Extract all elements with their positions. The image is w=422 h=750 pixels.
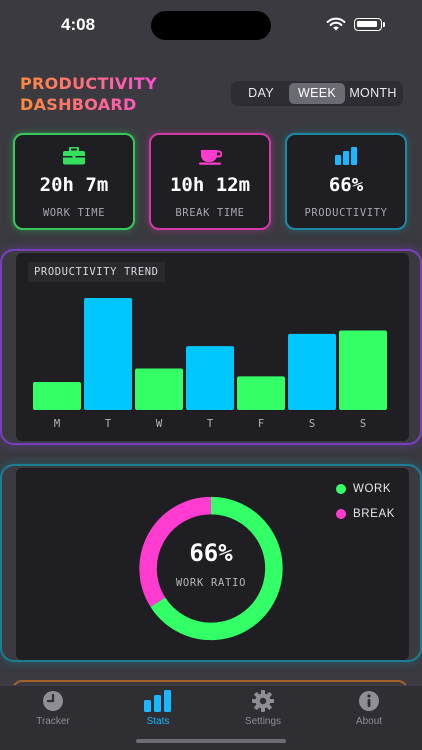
- status-time: 4:08: [61, 15, 96, 34]
- wifi-icon: [326, 17, 346, 31]
- segment-month[interactable]: MONTH: [345, 83, 401, 104]
- title-line-1: PRODUCTIVITY: [20, 74, 157, 93]
- tab-tracker-label: Tracker: [36, 716, 70, 727]
- period-segmented-control: DAY WEEK MONTH: [231, 81, 403, 106]
- trend-title: PRODUCTIVITY TREND: [28, 262, 165, 282]
- tab-about-label: About: [355, 716, 383, 727]
- legend-break-label: BREAK: [353, 508, 395, 520]
- break-time-label: BREAK TIME: [175, 207, 245, 219]
- tab-stats[interactable]: Stats: [116, 690, 200, 727]
- tab-settings[interactable]: Settings: [221, 690, 305, 727]
- gear-icon: [252, 690, 274, 712]
- coffee-cup-icon: [199, 150, 222, 165]
- bar-chart-icon: [144, 690, 171, 712]
- work-time-value: 20h 7m: [39, 174, 109, 196]
- home-indicator: [136, 739, 286, 743]
- legend-break: BREAK: [336, 508, 395, 520]
- work-ratio-donut: [139, 496, 283, 641]
- work-ratio-label: WORK RATIO: [175, 577, 247, 589]
- dynamic-island: [151, 11, 271, 40]
- clock-icon: [43, 691, 63, 711]
- break-time-card: 10h 12m BREAK TIME: [149, 133, 271, 230]
- productivity-value: 66%: [328, 174, 364, 196]
- title-line-2: DASHBOARD: [20, 95, 137, 114]
- productivity-card: 66% PRODUCTIVITY: [285, 133, 407, 230]
- work-ratio-value: 66%: [189, 539, 233, 567]
- work-time-card: 20h 7m WORK TIME: [13, 133, 135, 230]
- tab-tracker[interactable]: Tracker: [11, 690, 95, 727]
- battery-icon: [354, 18, 385, 31]
- briefcase-icon: [63, 147, 85, 165]
- info-icon: [359, 691, 379, 711]
- legend-break-dot: [336, 509, 346, 519]
- status-bar: 4:08: [0, 0, 422, 50]
- legend-work-dot: [336, 484, 346, 494]
- page-title: PRODUCTIVITY DASHBOARD: [20, 73, 157, 115]
- legend-work: WORK: [336, 483, 391, 495]
- legend-work-label: WORK: [353, 483, 392, 495]
- productivity-label: PRODUCTIVITY: [304, 207, 388, 219]
- bar-chart-icon: [335, 147, 357, 165]
- segment-day[interactable]: DAY: [233, 83, 289, 104]
- tab-stats-label: Stats: [146, 716, 170, 727]
- work-time-label: WORK TIME: [42, 207, 106, 219]
- tab-about[interactable]: About: [327, 690, 411, 727]
- segment-week[interactable]: WEEK: [289, 83, 345, 104]
- break-time-value: 10h 12m: [169, 174, 251, 196]
- tab-settings-label: Settings: [244, 716, 282, 727]
